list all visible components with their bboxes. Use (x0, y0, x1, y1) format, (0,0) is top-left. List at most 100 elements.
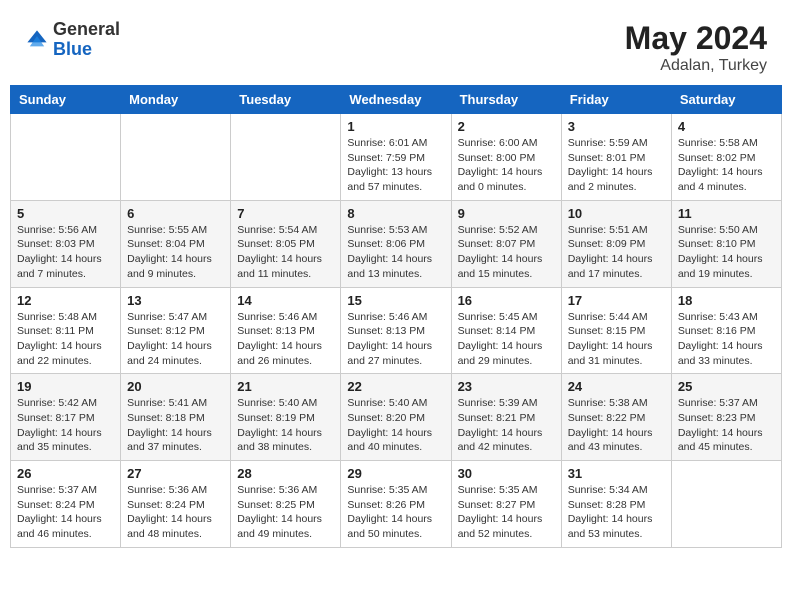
day-number: 27 (127, 466, 224, 481)
calendar-cell: 24 Sunrise: 5:38 AMSunset: 8:22 PMDayligh… (561, 374, 671, 461)
calendar-cell: 31 Sunrise: 5:34 AMSunset: 8:28 PMDayligh… (561, 461, 671, 548)
weekday-header-monday: Monday (121, 86, 231, 114)
calendar-cell: 6 Sunrise: 5:55 AMSunset: 8:04 PMDaylight… (121, 200, 231, 287)
day-info: Sunrise: 5:44 AMSunset: 8:15 PMDaylight:… (568, 310, 665, 369)
calendar-cell: 27 Sunrise: 5:36 AMSunset: 8:24 PMDayligh… (121, 461, 231, 548)
day-info: Sunrise: 5:34 AMSunset: 8:28 PMDaylight:… (568, 483, 665, 542)
day-number: 19 (17, 379, 114, 394)
day-info: Sunrise: 5:46 AMSunset: 8:13 PMDaylight:… (347, 310, 444, 369)
day-number: 24 (568, 379, 665, 394)
day-number: 12 (17, 293, 114, 308)
day-info: Sunrise: 5:48 AMSunset: 8:11 PMDaylight:… (17, 310, 114, 369)
location: Adalan, Turkey (625, 57, 767, 75)
day-number: 26 (17, 466, 114, 481)
day-number: 5 (17, 206, 114, 221)
weekday-header-saturday: Saturday (671, 86, 781, 114)
day-info: Sunrise: 5:40 AMSunset: 8:20 PMDaylight:… (347, 396, 444, 455)
calendar-week-3: 12 Sunrise: 5:48 AMSunset: 8:11 PMDayligh… (11, 287, 782, 374)
day-number: 18 (678, 293, 775, 308)
day-number: 29 (347, 466, 444, 481)
logo: General Blue (25, 20, 120, 60)
calendar-cell: 11Sunrise: 5:50 AMSunset: 8:10 PMDayligh… (671, 200, 781, 287)
weekday-header-thursday: Thursday (451, 86, 561, 114)
day-number: 4 (678, 119, 775, 134)
day-info: Sunrise: 5:35 AMSunset: 8:27 PMDaylight:… (458, 483, 555, 542)
day-number: 28 (237, 466, 334, 481)
calendar-cell: 10Sunrise: 5:51 AMSunset: 8:09 PMDayligh… (561, 200, 671, 287)
day-info: Sunrise: 5:39 AMSunset: 8:21 PMDaylight:… (458, 396, 555, 455)
day-info: Sunrise: 5:40 AMSunset: 8:19 PMDaylight:… (237, 396, 334, 455)
calendar-cell: 9 Sunrise: 5:52 AMSunset: 8:07 PMDaylight… (451, 200, 561, 287)
day-number: 7 (237, 206, 334, 221)
logo-icon (25, 28, 49, 52)
weekday-header-row: SundayMondayTuesdayWednesdayThursdayFrid… (11, 86, 782, 114)
day-number: 22 (347, 379, 444, 394)
calendar-cell: 14Sunrise: 5:46 AMSunset: 8:13 PMDayligh… (231, 287, 341, 374)
day-info: Sunrise: 6:00 AMSunset: 8:00 PMDaylight:… (458, 136, 555, 195)
calendar-cell: 19 Sunrise: 5:42 AMSunset: 8:17 PMDayligh… (11, 374, 121, 461)
calendar-week-2: 5Sunrise: 5:56 AMSunset: 8:03 PMDaylight… (11, 200, 782, 287)
day-number: 30 (458, 466, 555, 481)
page-header: General Blue May 2024 Adalan, Turkey (10, 10, 782, 80)
day-number: 17 (568, 293, 665, 308)
calendar-cell (671, 461, 781, 548)
day-info: Sunrise: 5:46 AMSunset: 8:13 PMDaylight:… (237, 310, 334, 369)
calendar-cell (121, 114, 231, 201)
day-info: Sunrise: 5:50 AMSunset: 8:10 PMDaylight:… (678, 223, 775, 282)
day-number: 15 (347, 293, 444, 308)
calendar-cell: 2 Sunrise: 6:00 AMSunset: 8:00 PMDaylight… (451, 114, 561, 201)
calendar-cell: 28 Sunrise: 5:36 AMSunset: 8:25 PMDayligh… (231, 461, 341, 548)
day-info: Sunrise: 5:55 AMSunset: 8:04 PMDaylight:… (127, 223, 224, 282)
calendar-cell: 15 Sunrise: 5:46 AMSunset: 8:13 PMDayligh… (341, 287, 451, 374)
day-number: 9 (458, 206, 555, 221)
day-info: Sunrise: 5:37 AMSunset: 8:24 PMDaylight:… (17, 483, 114, 542)
day-info: Sunrise: 5:59 AMSunset: 8:01 PMDaylight:… (568, 136, 665, 195)
calendar: SundayMondayTuesdayWednesdayThursdayFrid… (10, 85, 782, 548)
day-info: Sunrise: 5:45 AMSunset: 8:14 PMDaylight:… (458, 310, 555, 369)
day-number: 16 (458, 293, 555, 308)
weekday-header-wednesday: Wednesday (341, 86, 451, 114)
day-info: Sunrise: 5:53 AMSunset: 8:06 PMDaylight:… (347, 223, 444, 282)
calendar-cell: 20 Sunrise: 5:41 AMSunset: 8:18 PMDayligh… (121, 374, 231, 461)
weekday-header-sunday: Sunday (11, 86, 121, 114)
day-info: Sunrise: 5:41 AMSunset: 8:18 PMDaylight:… (127, 396, 224, 455)
logo-text: General Blue (53, 20, 120, 60)
calendar-cell (11, 114, 121, 201)
day-number: 31 (568, 466, 665, 481)
logo-general: General (53, 19, 120, 39)
calendar-cell (231, 114, 341, 201)
day-info: Sunrise: 5:36 AMSunset: 8:25 PMDaylight:… (237, 483, 334, 542)
day-number: 6 (127, 206, 224, 221)
month-year: May 2024 (625, 20, 767, 57)
calendar-cell: 13Sunrise: 5:47 AMSunset: 8:12 PMDayligh… (121, 287, 231, 374)
day-number: 23 (458, 379, 555, 394)
day-info: Sunrise: 5:38 AMSunset: 8:22 PMDaylight:… (568, 396, 665, 455)
calendar-cell: 29Sunrise: 5:35 AMSunset: 8:26 PMDayligh… (341, 461, 451, 548)
day-number: 2 (458, 119, 555, 134)
day-number: 21 (237, 379, 334, 394)
calendar-cell: 16 Sunrise: 5:45 AMSunset: 8:14 PMDayligh… (451, 287, 561, 374)
calendar-week-5: 26 Sunrise: 5:37 AMSunset: 8:24 PMDayligh… (11, 461, 782, 548)
day-info: Sunrise: 5:58 AMSunset: 8:02 PMDaylight:… (678, 136, 775, 195)
calendar-cell: 12 Sunrise: 5:48 AMSunset: 8:11 PMDayligh… (11, 287, 121, 374)
day-number: 25 (678, 379, 775, 394)
day-info: Sunrise: 6:01 AMSunset: 7:59 PMDaylight:… (347, 136, 444, 195)
calendar-week-1: 1Sunrise: 6:01 AMSunset: 7:59 PMDaylight… (11, 114, 782, 201)
calendar-cell: 21 Sunrise: 5:40 AMSunset: 8:19 PMDayligh… (231, 374, 341, 461)
logo-blue: Blue (53, 39, 92, 59)
calendar-cell: 22 Sunrise: 5:40 AMSunset: 8:20 PMDayligh… (341, 374, 451, 461)
day-number: 13 (127, 293, 224, 308)
calendar-cell: 26 Sunrise: 5:37 AMSunset: 8:24 PMDayligh… (11, 461, 121, 548)
weekday-header-friday: Friday (561, 86, 671, 114)
calendar-cell: 4 Sunrise: 5:58 AMSunset: 8:02 PMDaylight… (671, 114, 781, 201)
day-info: Sunrise: 5:54 AMSunset: 8:05 PMDaylight:… (237, 223, 334, 282)
calendar-cell: 7 Sunrise: 5:54 AMSunset: 8:05 PMDaylight… (231, 200, 341, 287)
calendar-cell: 23 Sunrise: 5:39 AMSunset: 8:21 PMDayligh… (451, 374, 561, 461)
day-info: Sunrise: 5:36 AMSunset: 8:24 PMDaylight:… (127, 483, 224, 542)
title-block: May 2024 Adalan, Turkey (625, 20, 767, 75)
day-number: 3 (568, 119, 665, 134)
day-info: Sunrise: 5:42 AMSunset: 8:17 PMDaylight:… (17, 396, 114, 455)
calendar-cell: 25Sunrise: 5:37 AMSunset: 8:23 PMDayligh… (671, 374, 781, 461)
day-number: 20 (127, 379, 224, 394)
day-info: Sunrise: 5:52 AMSunset: 8:07 PMDaylight:… (458, 223, 555, 282)
